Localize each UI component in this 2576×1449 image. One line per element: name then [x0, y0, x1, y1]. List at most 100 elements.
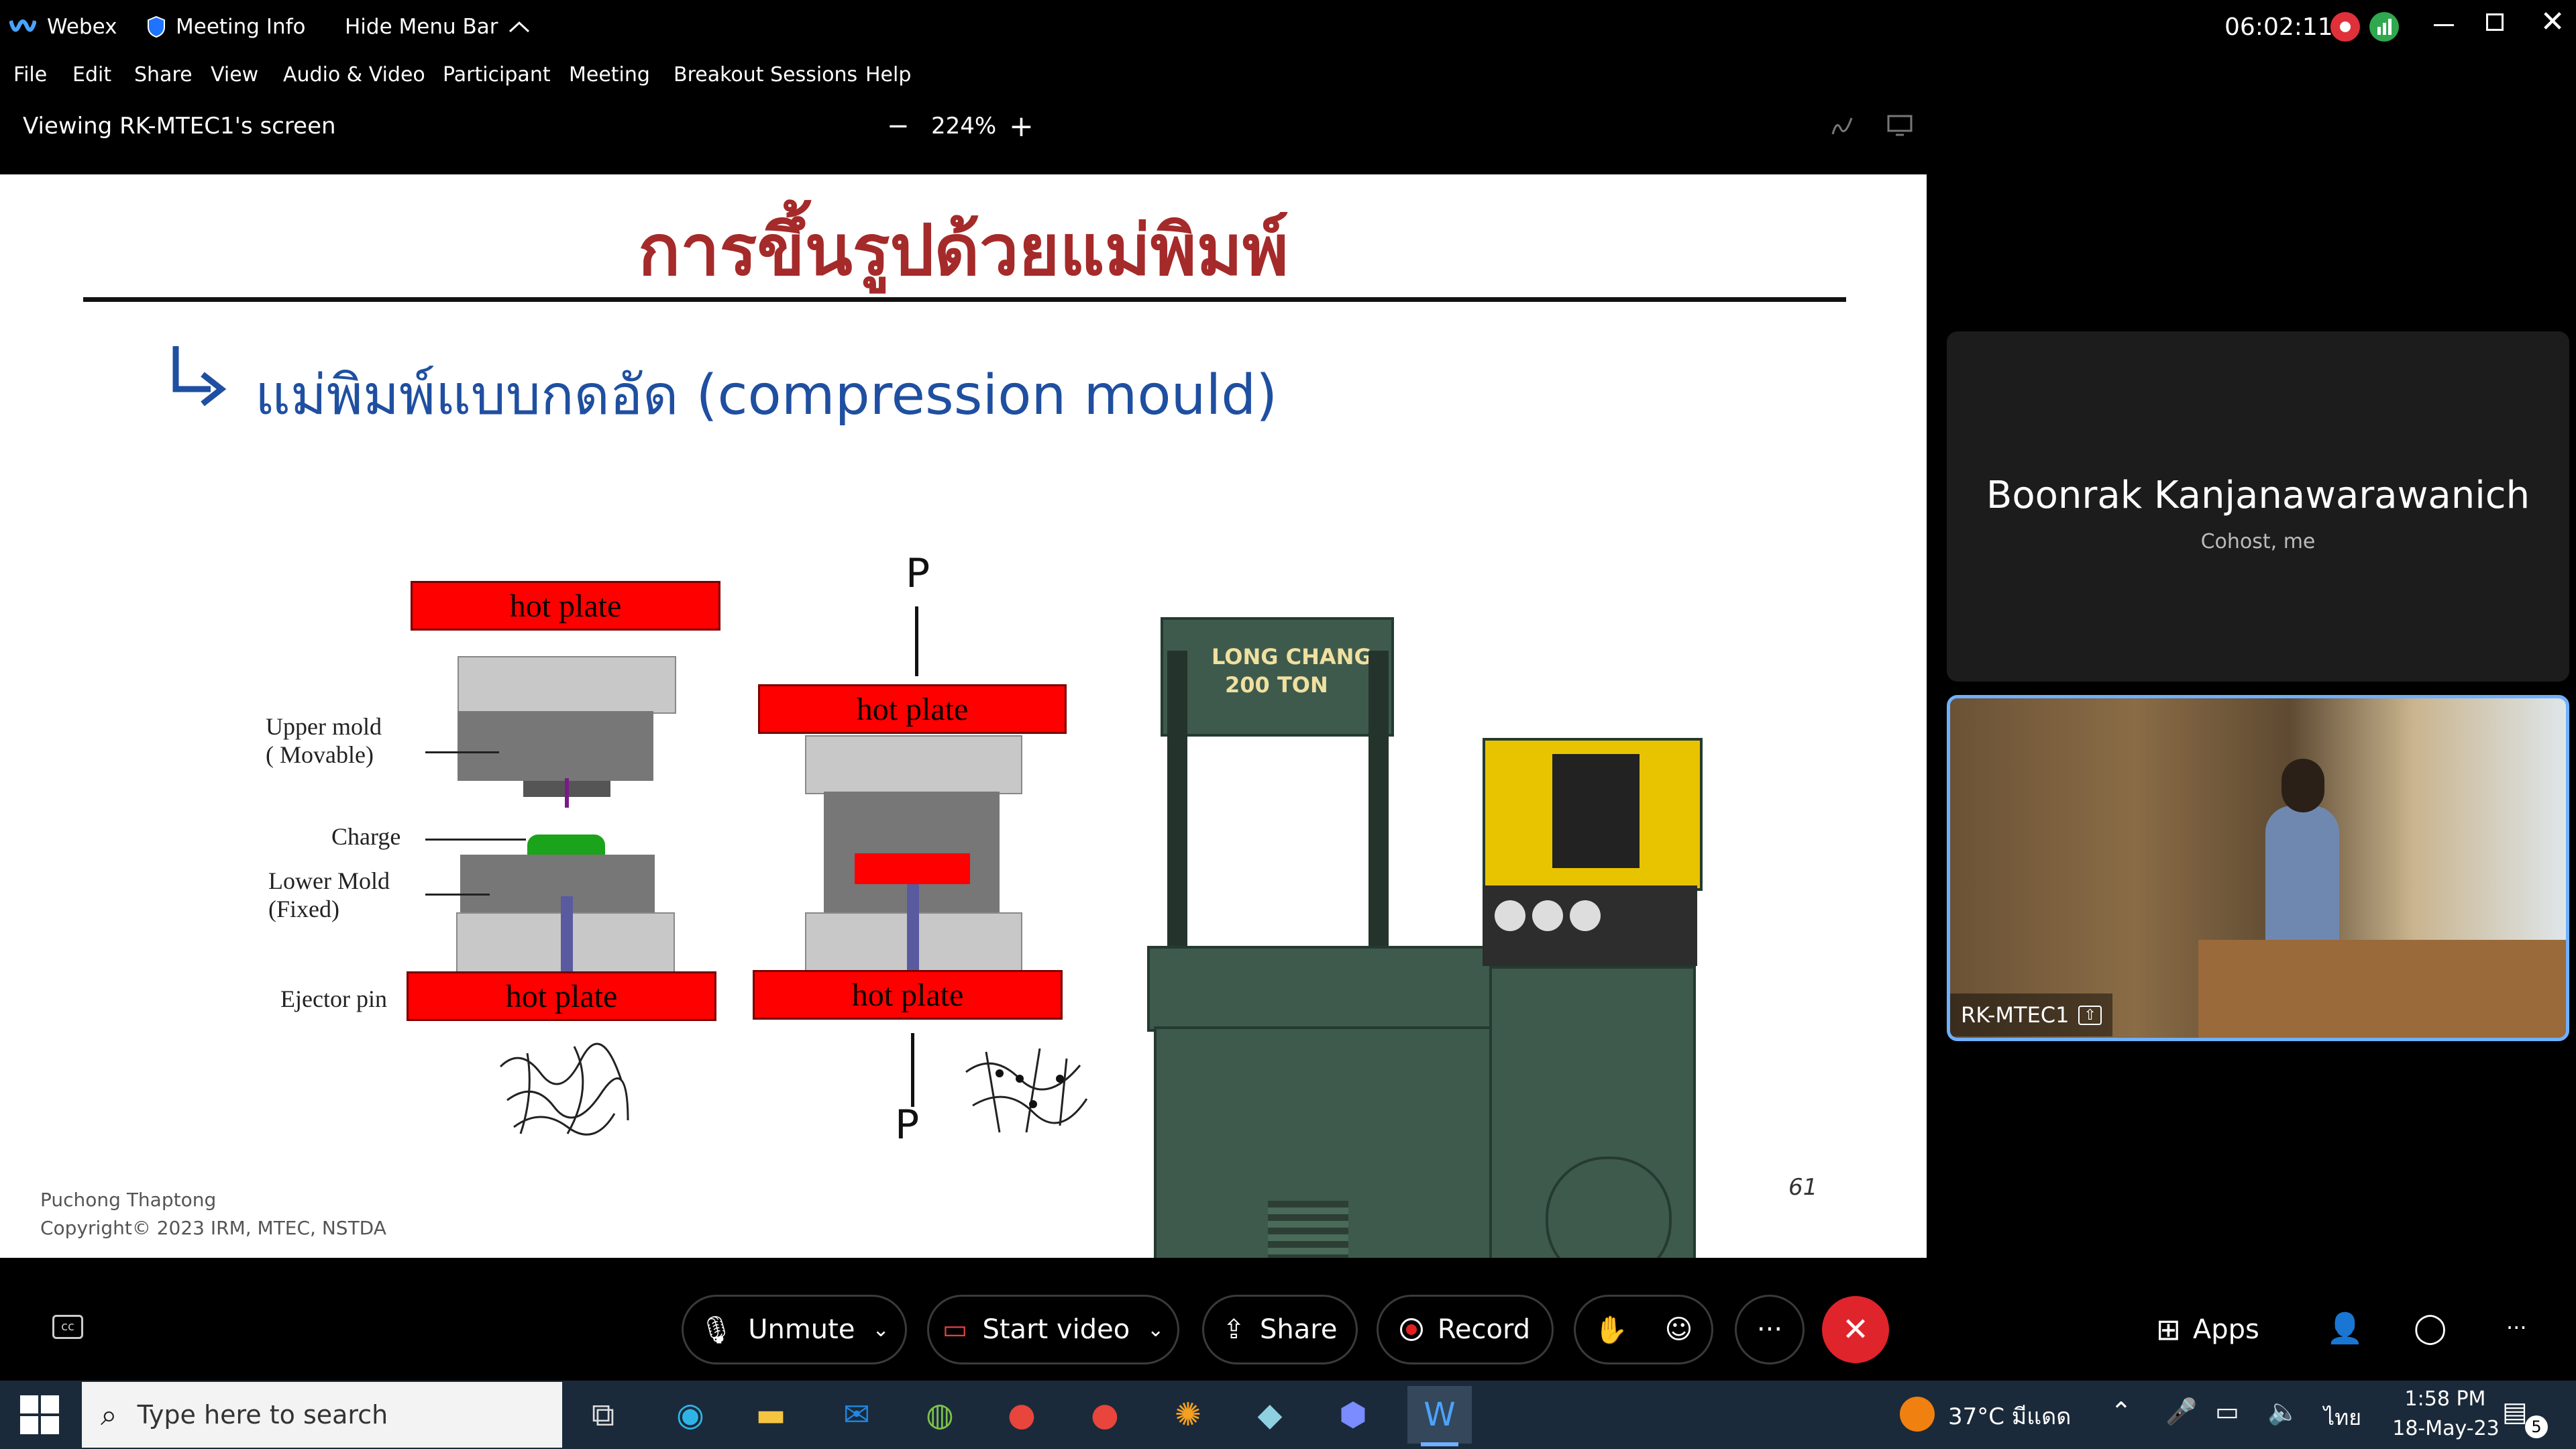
machine-tonnage: 200 TON	[1225, 672, 1328, 698]
menu-breakout-sessions[interactable]: Breakout Sessions	[674, 54, 857, 95]
share-button[interactable]: ⇪ Share	[1202, 1295, 1358, 1364]
reaction-icon[interactable]: ☺	[1665, 1314, 1693, 1345]
panel-overflow-button[interactable]: ···	[2506, 1315, 2527, 1340]
mail-icon[interactable]: ✉	[828, 1386, 885, 1444]
globe-icon[interactable]: ◍	[911, 1386, 969, 1444]
taskbar-time[interactable]: 1:58 PM	[2388, 1387, 2502, 1411]
zoom-in-button[interactable]: +	[1009, 102, 1034, 150]
windows-start-icon[interactable]	[20, 1395, 59, 1434]
weather-sun-icon[interactable]	[1900, 1397, 1935, 1432]
control-panel-screen	[1552, 754, 1640, 868]
taskbar-date[interactable]: 18-May-23	[2379, 1417, 2513, 1440]
polymer-chains-icon	[499, 1042, 629, 1136]
upper-mold-closed	[824, 792, 1000, 855]
menu-bar: File Edit Share View Audio & Video Parti…	[0, 54, 2576, 95]
edge-browser-icon[interactable]: ◉	[661, 1386, 719, 1444]
file-explorer-icon[interactable]: ▬	[742, 1386, 800, 1444]
chevron-down-icon[interactable]: ⌄	[872, 1318, 889, 1342]
gauge-panel	[1483, 885, 1697, 966]
menu-meeting[interactable]: Meeting	[569, 54, 650, 95]
menu-participant[interactable]: Participant	[443, 54, 551, 95]
menu-file[interactable]: File	[13, 54, 47, 95]
meeting-info-button[interactable]: Meeting Info	[146, 0, 306, 54]
menu-audio-video[interactable]: Audio & Video	[283, 54, 425, 95]
record-button[interactable]: Record	[1377, 1295, 1554, 1364]
battery-icon[interactable]: ▭	[2215, 1397, 2239, 1426]
pointer-line	[425, 894, 490, 896]
label-upper-mold: Upper mold( Movable)	[266, 712, 382, 769]
captions-icon[interactable]: cc	[52, 1315, 83, 1339]
upper-mold-top-closed	[805, 735, 1022, 794]
hide-menu-bar-button[interactable]: Hide Menu Bar	[345, 0, 531, 54]
title-bar: Webex Meeting Info Hide Menu Bar 06:02:1…	[0, 0, 2576, 54]
search-icon: ⌕	[101, 1397, 117, 1432]
press-machine-image: LONG CHANG 200 TON	[1147, 476, 1724, 1258]
machine-cabinet	[1489, 966, 1696, 1258]
zoom-level: 224%	[931, 113, 997, 140]
task-view-icon[interactable]: ⧉	[574, 1386, 632, 1444]
presenter-head	[2282, 759, 2324, 812]
unmute-button[interactable]: 🎙 Unmute ⌄	[682, 1295, 907, 1364]
formed-part	[855, 853, 970, 884]
chrome-icon[interactable]: ●	[993, 1386, 1051, 1444]
network-stats-icon[interactable]	[2369, 12, 2399, 42]
end-meeting-button[interactable]: ✕	[1822, 1296, 1889, 1363]
start-video-label: Start video	[982, 1314, 1130, 1345]
raise-hand-icon[interactable]: ✋	[1595, 1314, 1628, 1346]
unmute-label: Unmute	[748, 1314, 855, 1345]
menu-edit[interactable]: Edit	[72, 54, 111, 95]
chat-icon[interactable]: ◯	[2414, 1311, 2447, 1345]
microphone-icon[interactable]: 🎤	[2165, 1397, 2197, 1427]
notifications-icon[interactable]: ▤	[2502, 1397, 2528, 1428]
volume-icon[interactable]: 🔈	[2267, 1397, 2299, 1427]
webex-logo: Webex	[9, 0, 117, 54]
input-language[interactable]: ไทย	[2324, 1401, 2361, 1435]
ejector-pin-closed	[907, 884, 919, 978]
taskbar-search-box[interactable]: ⌕ Type here to search	[82, 1382, 562, 1448]
remote-control-icon[interactable]	[1886, 114, 1913, 137]
search-placeholder: Type here to search	[137, 1400, 388, 1430]
record-label: Record	[1437, 1314, 1531, 1345]
menu-help[interactable]: Help	[865, 54, 911, 95]
recording-indicator-icon[interactable]	[2330, 12, 2360, 42]
close-icon[interactable]: ✕	[2536, 5, 2569, 39]
slide-author: Puchong Thaptong	[40, 1189, 217, 1211]
label-lower-mold-line2: (Fixed)	[268, 896, 339, 922]
hot-plate-bottom-closed: hot plate	[753, 970, 1063, 1020]
apps-label: Apps	[2192, 1314, 2259, 1345]
hot-plate-top-closed: hot plate	[758, 684, 1067, 734]
slide-subtitle: แม่พิมพ์แบบกดอัด (compression mould)	[255, 364, 1278, 427]
minimize-icon[interactable]	[2434, 24, 2454, 26]
reactions-group: ✋ ☺	[1574, 1295, 1713, 1364]
show-hidden-icons-icon[interactable]: ⌃	[2110, 1397, 2132, 1426]
lower-mold	[460, 855, 655, 919]
webex-taskbar-icon[interactable]: W	[1407, 1386, 1472, 1444]
weather-text[interactable]: 37°C มีแดด	[1948, 1398, 2071, 1434]
annotate-icon[interactable]	[1830, 114, 1854, 138]
apps-button[interactable]: ⊞ Apps	[2156, 1308, 2259, 1351]
pressure-label-bottom: P	[895, 1102, 920, 1148]
app-icon[interactable]: ✺	[1159, 1386, 1217, 1444]
participants-icon[interactable]: 👤	[2326, 1311, 2363, 1346]
shared-screen: การขึ้นรูปด้วยแม่พิมพ์ แม่พิมพ์แบบกดอัด …	[0, 174, 1927, 1258]
app-icon[interactable]: ◆	[1241, 1386, 1299, 1444]
menu-share[interactable]: Share	[134, 54, 193, 95]
page-number: 61	[1788, 1174, 1818, 1201]
more-options-button[interactable]: ···	[1735, 1295, 1805, 1364]
participant-tile-presenter[interactable]: RK-MTEC1 ⇧	[1947, 695, 2569, 1041]
notification-count-badge: 5	[2525, 1415, 2548, 1438]
chevron-down-icon[interactable]: ⌄	[1147, 1318, 1164, 1342]
gauge-icon	[1570, 900, 1601, 931]
machine-platen	[1147, 946, 1508, 1032]
control-panel	[1483, 738, 1703, 891]
title-underline	[83, 297, 1846, 302]
zoom-out-button[interactable]: −	[887, 102, 910, 150]
participant-tile-host[interactable]: Boonrak Kanjanawarawanich Cohost, me	[1947, 331, 2569, 682]
app-icon[interactable]: ⬢	[1324, 1386, 1382, 1444]
menu-view[interactable]: View	[211, 54, 258, 95]
share-screen-icon: ⇪	[1222, 1314, 1246, 1345]
restore-icon[interactable]	[2486, 13, 2504, 31]
chrome-profile-icon[interactable]: ●	[1076, 1386, 1134, 1444]
start-video-button[interactable]: ▭ Start video ⌄	[927, 1295, 1179, 1364]
label-lower-mold-line1: Lower Mold	[268, 867, 390, 894]
